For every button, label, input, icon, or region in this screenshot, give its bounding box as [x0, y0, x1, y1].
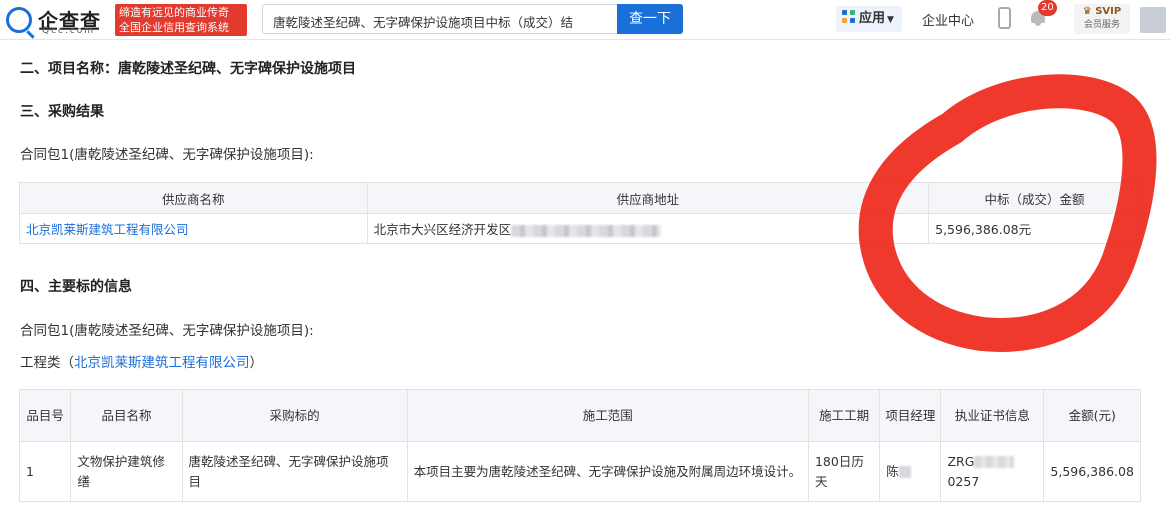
- table-header-row: 品目号 品目名称 采购标的 施工范围 施工工期 项目经理 执业证书信息 金额(元…: [18, 389, 1141, 442]
- search-button[interactable]: 查一下: [617, 4, 683, 34]
- logo-domain: Qcc.com: [42, 26, 96, 36]
- bid-amount: 5,596,386.08元: [928, 213, 1141, 244]
- item-amount: 5,596,386.08: [1043, 441, 1141, 502]
- certificate-cell: ZRG 0257: [940, 441, 1045, 502]
- main-target-info-heading: 四、主要标的信息: [20, 279, 132, 295]
- project-manager: 陈: [886, 463, 899, 479]
- col-header-item-name: 品目名称: [70, 389, 183, 442]
- apps-label: 应用: [859, 11, 886, 26]
- svip-sub-label: 会员服务: [1083, 20, 1120, 30]
- col-header-certificate: 执业证书信息: [940, 389, 1045, 442]
- svip-label: SVIP: [1095, 6, 1122, 17]
- project-name-heading: 二、项目名称：唐乾陵述圣纪碑、无字碑保护设施项目: [20, 61, 356, 77]
- certificate-prefix: ZRG: [947, 453, 975, 469]
- chevron-down-icon: ▼: [887, 15, 894, 25]
- certificate-suffix: 0257: [947, 473, 980, 489]
- qcc-logo[interactable]: 企查查 Qcc.com: [6, 5, 114, 36]
- main-target-table: 品目号 品目名称 采购标的 施工范围 施工工期 项目经理 执业证书信息 金额(元…: [18, 389, 1141, 502]
- category-close: ）: [249, 355, 264, 371]
- item-no: 1: [18, 441, 72, 502]
- slogan-banner: 缔造有远见的商业传奇 全国企业信用查询系统: [115, 4, 247, 36]
- redacted-manager-name: [898, 466, 911, 478]
- supplier-address-cell: 北京市大兴区经济开发区: [366, 213, 930, 244]
- col-header-manager: 项目经理: [879, 389, 942, 442]
- construction-scope: 本项目主要为唐乾陵述圣纪碑、无字碑保护设施及附属周边环境设计。: [406, 441, 809, 502]
- svip-button[interactable]: ♛ SVIP 会员服务: [1074, 4, 1130, 34]
- procurement-result-table: 供应商名称 供应商地址 中标（成交）金额 北京凯莱斯建筑工程有限公司 北京市大兴…: [19, 182, 1141, 244]
- col-header-target: 采购标的: [181, 389, 408, 442]
- col-header-address: 供应商地址: [366, 182, 930, 214]
- contract-package-label: 合同包1(唐乾陵述圣纪碑、无字碑保护设施项目):: [20, 147, 314, 163]
- avatar[interactable]: [1140, 7, 1166, 33]
- search-input[interactable]: 唐乾陵述圣纪碑、无字碑保护设施项目中标（成交）结: [262, 4, 617, 34]
- redacted-address: [511, 224, 662, 237]
- top-bar: 企查查 Qcc.com 缔造有远见的商业传奇 全国企业信用查询系统 唐乾陵述圣纪…: [0, 0, 1170, 40]
- supplier-address: 北京市大兴区经济开发区: [373, 222, 512, 237]
- construction-duration: 180日历天: [807, 441, 881, 502]
- apps-menu-button[interactable]: 应用 ▼: [836, 6, 902, 32]
- notification-count-badge: 20: [1038, 0, 1057, 16]
- mobile-phone-icon[interactable]: [998, 7, 1011, 29]
- project-manager-cell: 陈: [879, 441, 942, 502]
- enterprise-center-link[interactable]: 企业中心: [922, 10, 974, 29]
- category-company-link[interactable]: 北京凯莱斯建筑工程有限公司: [74, 355, 250, 371]
- procurement-result-heading: 三、采购结果: [20, 104, 104, 120]
- table-row: 1 文物保护建筑修缮 唐乾陵述圣纪碑、无字碑保护设施项目 本项目主要为唐乾陵述圣…: [18, 441, 1141, 502]
- contract-package-label-2: 合同包1(唐乾陵述圣纪碑、无字碑保护设施项目):: [20, 323, 314, 339]
- category-line: 工程类（北京凯莱斯建筑工程有限公司）: [20, 351, 263, 371]
- col-header-item-no: 品目号: [18, 389, 72, 442]
- col-header-scope: 施工范围: [406, 389, 809, 442]
- crown-icon: ♛: [1082, 6, 1092, 17]
- slogan-line-1: 缔造有远见的商业传奇: [119, 6, 229, 19]
- item-name: 文物保护建筑修缮: [70, 441, 183, 502]
- table-row: 北京凯莱斯建筑工程有限公司 北京市大兴区经济开发区 5,596,386.08元: [19, 213, 1141, 244]
- slogan-line-2: 全国企业信用查询系统: [119, 21, 229, 34]
- col-header-supplier: 供应商名称: [19, 182, 368, 214]
- col-header-amount: 金额(元): [1043, 389, 1141, 442]
- col-header-amount: 中标（成交）金额: [928, 182, 1141, 214]
- supplier-name-link[interactable]: 北京凯莱斯建筑工程有限公司: [19, 213, 368, 244]
- col-header-duration: 施工工期: [807, 389, 881, 442]
- magnifier-logo-icon: [6, 7, 32, 33]
- table-header-row: 供应商名称 供应商地址 中标（成交）金额: [19, 182, 1141, 214]
- procurement-target: 唐乾陵述圣纪碑、无字碑保护设施项目: [181, 441, 408, 502]
- redacted-certificate: [974, 456, 1015, 468]
- apps-grid-icon: [842, 10, 856, 24]
- category-label: 工程类（: [20, 355, 74, 371]
